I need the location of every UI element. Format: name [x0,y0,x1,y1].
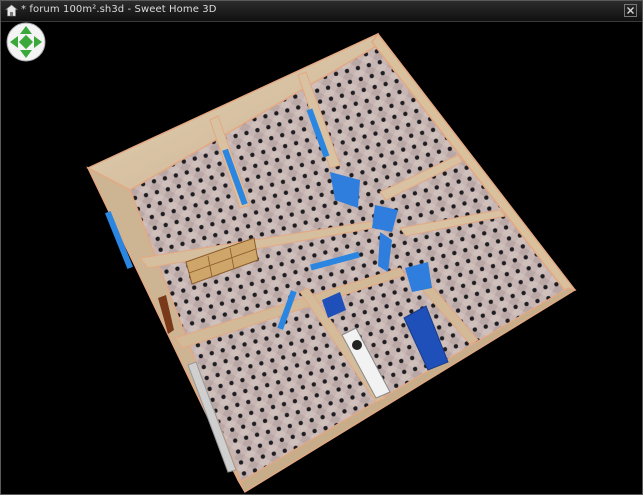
navigation-arrows-icon[interactable] [6,22,46,62]
stove [352,340,362,350]
3d-view[interactable] [0,0,643,495]
